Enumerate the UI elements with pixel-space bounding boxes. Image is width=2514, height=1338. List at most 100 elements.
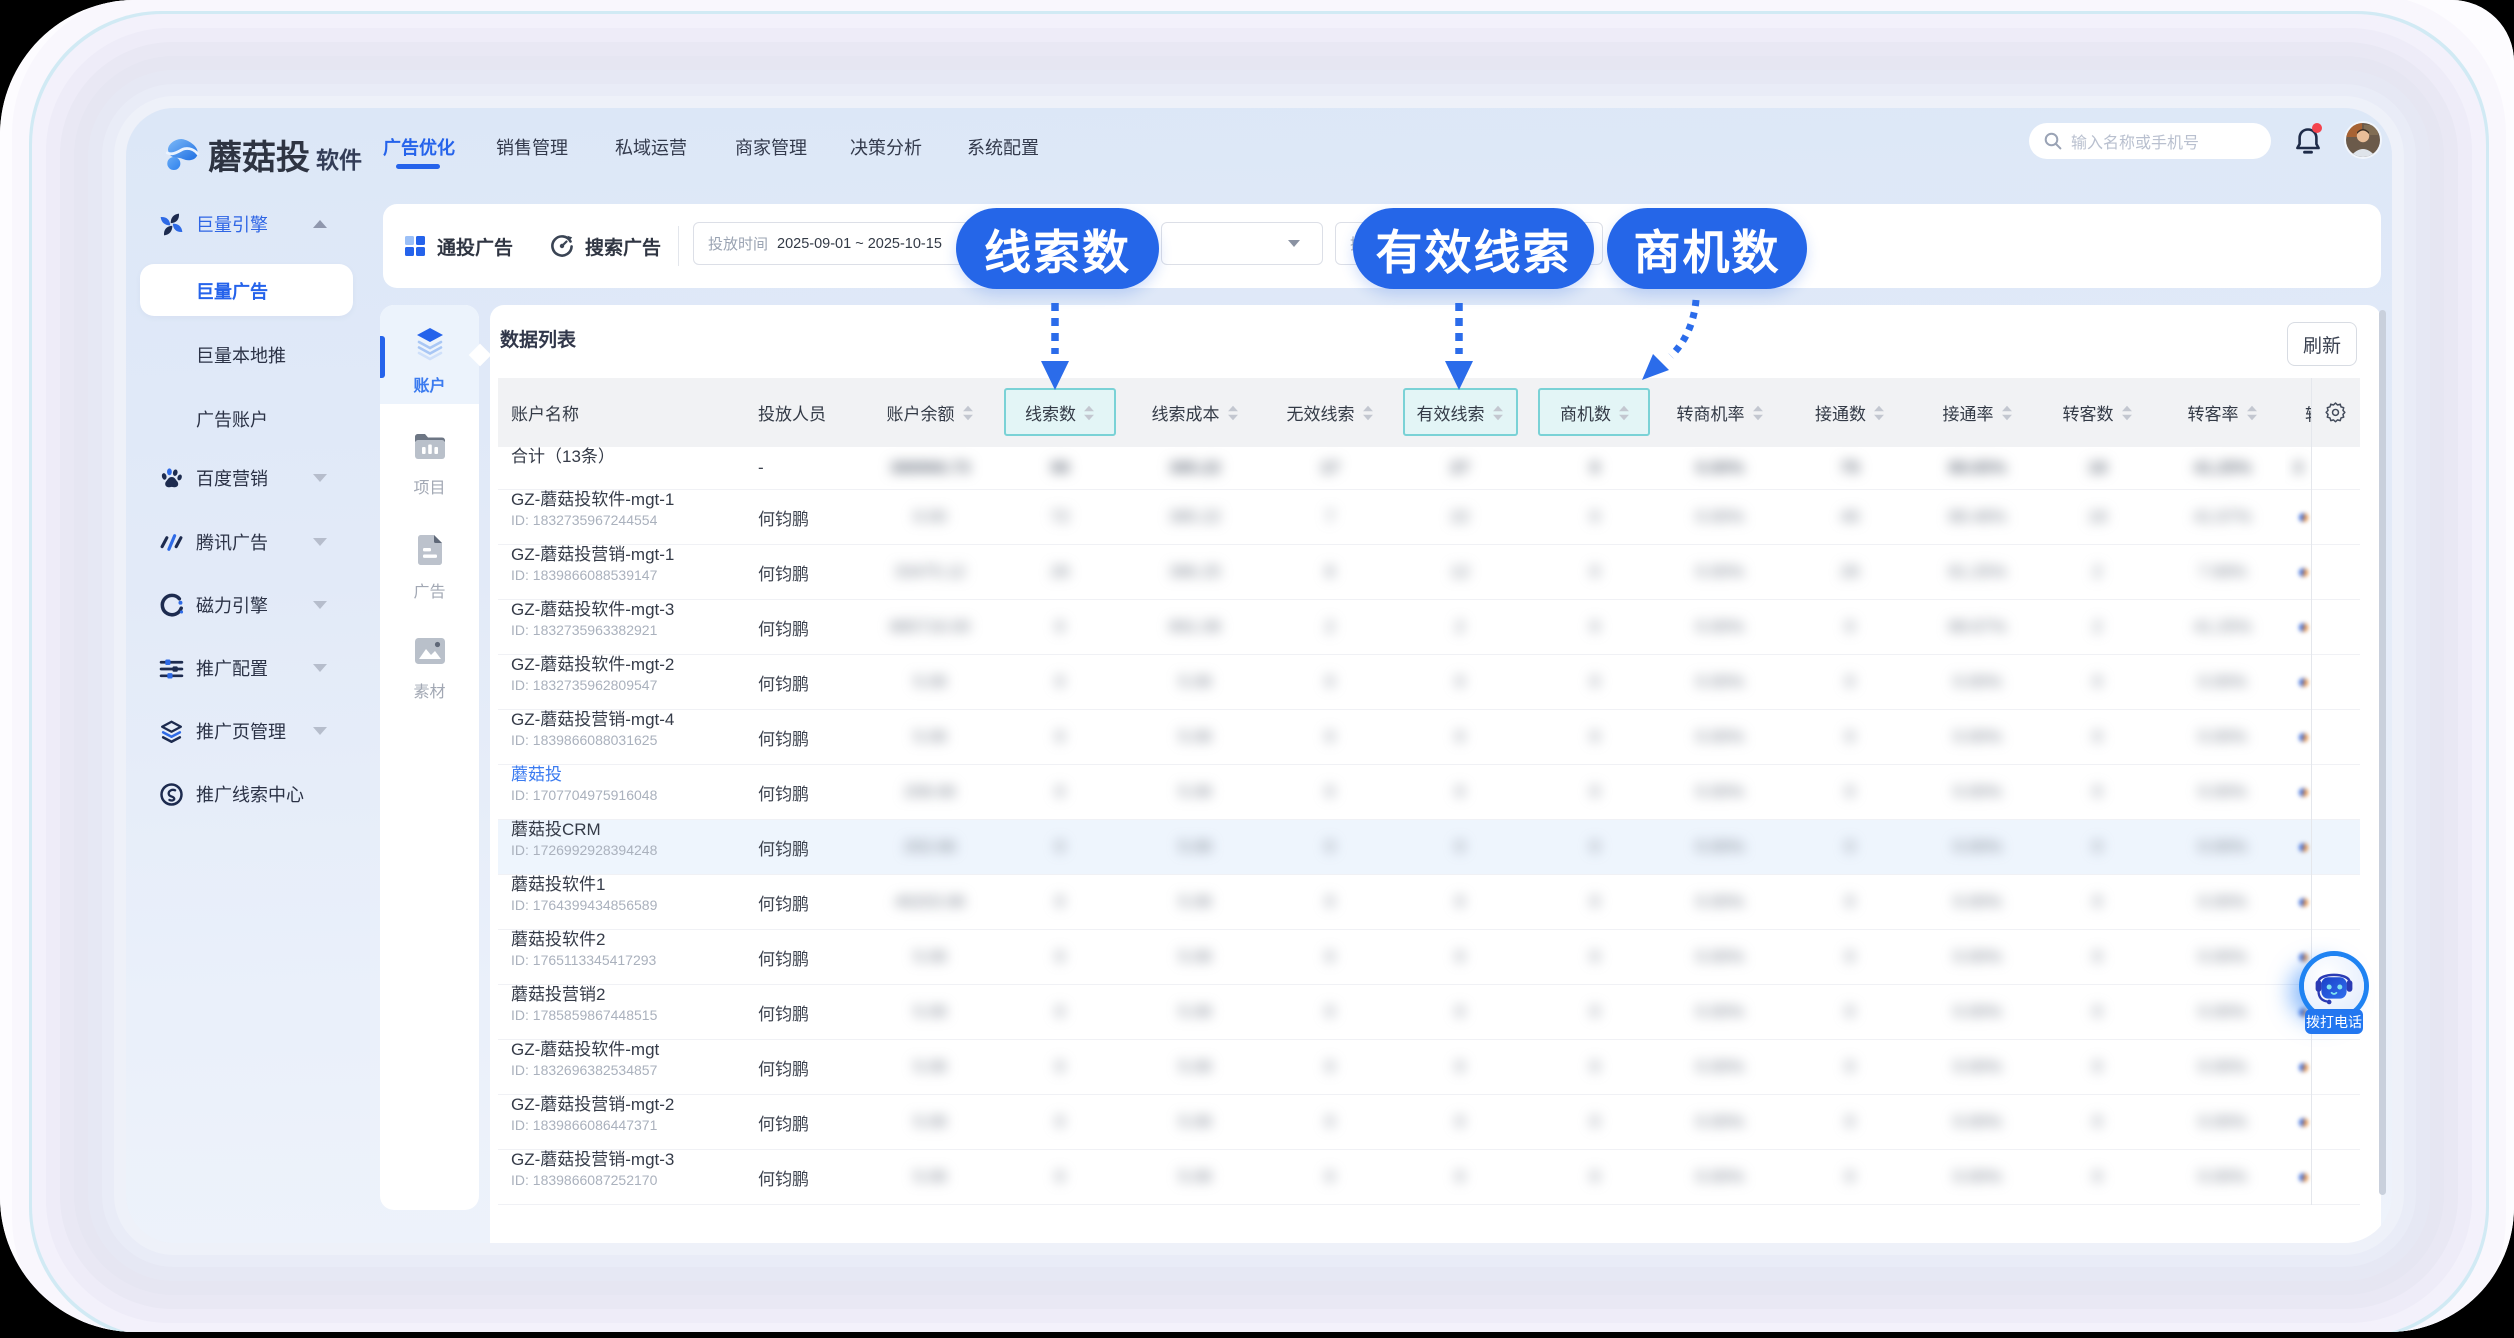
column-settings-gear-icon[interactable] [2311,378,2360,447]
table-cell: 0 [1000,655,1120,709]
metric-value: 3 [2293,458,2302,478]
sidebar-subitem-juliang-local[interactable]: 巨量本地推 [196,342,376,368]
table-row-9[interactable]: 蘑菇投软件2ID: 1765113345417293何钧鹏5.0805.0800… [498,930,2360,985]
column-header-12[interactable]: 转客率 [2160,378,2285,447]
column-header-2[interactable]: 账户余额 [860,378,1000,447]
subnav-item-project[interactable]: 项目 [380,431,479,498]
avatar[interactable] [2346,123,2380,157]
sort-icon[interactable] [962,404,974,422]
sort-icon[interactable] [2246,404,2258,422]
account-name: GZ-蘑菇投营销-mgt-4 [511,710,674,730]
column-header-6[interactable]: 有效线索 [1390,378,1530,447]
sidebar-item-landing-pages[interactable]: 推广页管理 [126,709,380,753]
topnav-item-4[interactable]: 决策分析 [850,134,922,160]
call-phone-button[interactable]: 拨打电话 [2305,1009,2363,1034]
column-header-4[interactable]: 线索成本 [1120,378,1270,447]
column-header-7[interactable]: 商机数 [1530,378,1660,447]
sort-icon[interactable] [1752,404,1764,422]
table-row-8[interactable]: 蘑菇投软件1ID: 1764399434856589何钧鹏46203.9605.… [498,875,2360,930]
table-cell: 46203.96 [860,875,1000,929]
table-cell: 5.08 [1120,930,1270,984]
sort-icon[interactable] [1492,404,1504,422]
sort-icon[interactable] [1227,404,1239,422]
metric-value: 12 [1451,562,1470,582]
column-header-5[interactable]: 无效线索 [1270,378,1390,447]
sidebar-item-promo-config[interactable]: 推广配置 [126,646,380,690]
assistant-robot-icon[interactable] [2304,956,2364,1016]
table-row-1[interactable]: GZ-蘑菇投软件-mgt-1ID: 1832735967244554何钧鹏0.0… [498,490,2360,545]
column-header-8[interactable]: 转商机率 [1660,378,1780,447]
leads-center-icon [159,782,184,807]
table-row-6[interactable]: 蘑菇投ID: 1707704975916048何钧鹏208.6605.08000… [498,765,2360,820]
table-cell: 0 [1780,600,1920,654]
table-row-11[interactable]: GZ-蘑菇投软件-mgtID: 1832696382534857何钧鹏5.080… [498,1040,2360,1095]
sort-icon[interactable] [1618,404,1630,422]
person-value: 何钧鹏 [758,780,809,805]
subnav-item-material[interactable]: 素材 [380,635,479,702]
subnav-item-account[interactable]: 账户 [380,327,479,396]
topnav-item-2[interactable]: 私域运营 [615,134,687,160]
metric-value: 0 [1845,782,1854,802]
subnav-item-ad[interactable]: 广告 [380,533,479,602]
sidebar-item-tencent-ads[interactable]: 腾讯广告 [126,520,380,564]
sidebar-subitem-juliang-ad[interactable]: 巨量广告 [196,278,376,304]
topnav-item-0[interactable]: 广告优化 [383,134,455,160]
metric-value: 0 [1055,782,1064,802]
table-cell: GZ-蘑菇投软件-mgt-3ID: 1832735963382921 [498,600,745,654]
column-header-9[interactable]: 接通数 [1780,378,1920,447]
table-row-0[interactable]: 合计（13条）-388966.7398385.22172700.00%7588.… [498,447,2360,490]
table-cell: 0 [1270,985,1390,1039]
global-search-input[interactable]: 输入名称或手机号 [2029,123,2271,159]
metric-value: 0 [2093,1002,2102,1022]
sort-icon[interactable] [1873,404,1885,422]
metric-value: 0 [1590,782,1599,802]
metric-value: 0 [2093,1167,2102,1187]
sort-icon[interactable] [2001,404,2013,422]
account-id: ID: 1832735963382921 [511,622,657,639]
table-cell: 0.00% [1920,820,2035,874]
table-cell: 0 [1000,1150,1120,1204]
table-cell: 0 [1780,985,1920,1039]
metric-value: 0 [2093,782,2102,802]
account-id: ID: 1765113345417293 [511,952,656,969]
refresh-button[interactable]: 刷新 [2287,322,2357,366]
table-cell: 891.08 [1120,600,1270,654]
topnav-item-5[interactable]: 系统配置 [967,134,1039,160]
table-cell: 202.66 [860,820,1000,874]
sidebar-item-leads-center[interactable]: 推广线索中心 [126,772,380,816]
topnav-item-1[interactable]: 销售管理 [496,134,568,160]
sort-icon[interactable] [1362,404,1374,422]
metric-value: 0 [2093,837,2102,857]
column-header-10[interactable]: 接通率 [1920,378,2035,447]
table-cell: 0 [1000,1095,1120,1149]
sort-icon[interactable] [2121,404,2133,422]
account-name[interactable]: 蘑菇投 [511,765,562,785]
sidebar-item-ocean-engine[interactable]: 巨量引擎 [126,202,380,246]
column-header-3[interactable]: 线索数 [1000,378,1120,447]
action-mark [2299,513,2308,522]
table-row-3[interactable]: GZ-蘑菇投软件-mgt-3ID: 1832735963382921何钧鹏885… [498,600,2360,655]
table-row-4[interactable]: GZ-蘑菇投软件-mgt-2ID: 1832735962809547何钧鹏5.0… [498,655,2360,710]
tab-general-ads[interactable]: 通投广告 [403,204,513,288]
topnav-item-3[interactable]: 商家管理 [735,134,807,160]
sort-icon[interactable] [1083,404,1095,422]
decorative-icon [2346,123,2380,157]
vertical-scrollbar[interactable] [2379,310,2386,1195]
sidebar-items-4-label-label: 推广配置 [196,655,268,681]
notification-bell-icon[interactable] [2294,126,2320,158]
sidebar-subitem-ad-account[interactable]: 广告账户 [196,406,376,432]
sidebar-item-magnetic-engine[interactable]: 磁力引擎 [126,583,380,627]
table-row-10[interactable]: 蘑菇投营销2ID: 1785859867448515何钧鹏5.0805.0800… [498,985,2360,1040]
table-row-5[interactable]: GZ-蘑菇投营销-mgt-4ID: 1839866088031625何钧鹏5.0… [498,710,2360,765]
table-row-7[interactable]: 蘑菇投CRMID: 1726992928394248何钧鹏202.6605.08… [498,820,2360,875]
metric-value: 26 [1051,562,1070,582]
table-row-13[interactable]: GZ-蘑菇投营销-mgt-3ID: 1839866087252170何钧鹏5.0… [498,1150,2360,1205]
sidebar-item-baidu[interactable]: 百度营销 [126,456,380,500]
table-row-12[interactable]: GZ-蘑菇投营销-mgt-2ID: 1839866086447371何钧鹏5.0… [498,1095,2360,1150]
tab-search-ads[interactable]: 搜索广告 [549,204,661,288]
table-cell [2311,490,2360,544]
table-row-2[interactable]: GZ-蘑菇投营销-mgt-1ID: 1839866088539147何钧鹏334… [498,545,2360,600]
table-cell: 41.25% [2160,600,2285,654]
column-header-11[interactable]: 转客数 [2035,378,2160,447]
table-cell: 0 [1000,930,1120,984]
